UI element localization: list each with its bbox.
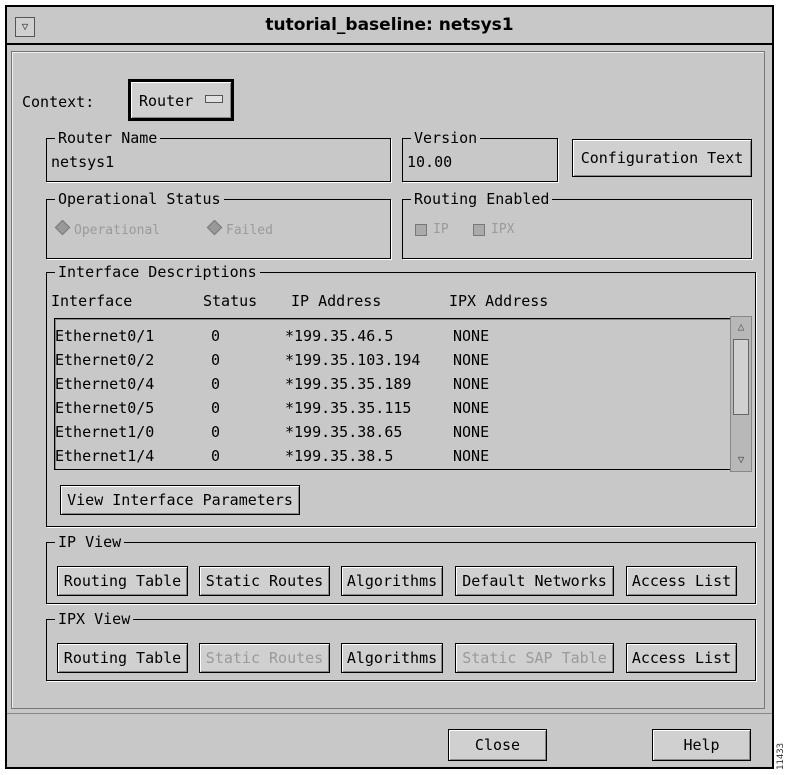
ipx-algorithms-button[interactable]: Algorithms <box>341 643 443 673</box>
table-row[interactable]: Ethernet0/2 0 *199.35.103.194 NONE <box>55 348 725 373</box>
ipx-routing-table-button[interactable]: Routing Table <box>57 643 188 673</box>
ip-routing-table-button[interactable]: Routing Table <box>57 566 188 596</box>
ip-view-label: IP View <box>55 533 125 551</box>
router-name-label: Router Name <box>55 129 161 147</box>
context-value: Router <box>139 92 194 110</box>
help-button[interactable]: Help <box>652 729 751 761</box>
ipx-static-sap-table-button: Static SAP Table <box>455 643 614 673</box>
interface-list-scrollbar[interactable]: △ ▽ <box>730 316 752 472</box>
operational-status-group: Operational Status Operational Failed <box>46 190 391 259</box>
option-menu-icon <box>205 95 223 103</box>
title-bar: ▽ tutorial_baseline: netsys1 <box>7 7 772 45</box>
table-row[interactable]: Ethernet0/1 0 *199.35.46.5 NONE <box>55 324 725 349</box>
interface-descriptions-group: Interface Descriptions Interface Status … <box>46 263 756 527</box>
routing-enabled-label: Routing Enabled <box>411 190 553 208</box>
ipx-static-routes-button: Static Routes <box>199 643 330 673</box>
router-name-value: netsys1 <box>51 153 115 171</box>
ip-checkbox: IP <box>415 222 449 237</box>
close-button[interactable]: Close <box>448 729 547 761</box>
checkbox-icon <box>415 223 427 236</box>
failed-radio: Failed <box>206 219 273 238</box>
figure-id-label: 11433 <box>776 742 786 770</box>
table-row[interactable]: Ethernet1/0 0 *199.35.38.65 NONE <box>55 420 725 445</box>
table-row[interactable]: Ethernet0/5 0 *199.35.35.115 NONE <box>55 396 725 421</box>
router-dialog: ▽ tutorial_baseline: netsys1 Context: Ro… <box>5 5 774 769</box>
scroll-up-icon[interactable]: △ <box>733 318 749 336</box>
window-title: tutorial_baseline: netsys1 <box>265 15 514 35</box>
ip-algorithms-button[interactable]: Algorithms <box>341 566 443 596</box>
context-selector[interactable]: Router <box>128 79 234 121</box>
footer-divider <box>7 713 772 714</box>
operational-radio: Operational <box>54 219 160 238</box>
ipx-view-label: IPX View <box>55 610 134 628</box>
ipx-access-list-button[interactable]: Access List <box>626 643 737 673</box>
version-group: Version 10.00 <box>402 129 558 182</box>
ip-default-networks-button[interactable]: Default Networks <box>455 566 614 596</box>
table-row[interactable]: Ethernet1/4 0 *199.35.38.5 NONE <box>55 444 725 469</box>
operational-status-label: Operational Status <box>55 190 224 208</box>
ipx-checkbox: IPX <box>473 222 514 237</box>
context-label: Context: <box>22 93 95 111</box>
radio-diamond-icon <box>54 219 71 236</box>
router-name-group: Router Name netsys1 <box>46 129 391 182</box>
column-status: Status <box>203 292 258 310</box>
table-row[interactable]: Ethernet0/4 0 *199.35.35.189 NONE <box>55 372 725 397</box>
interface-list[interactable]: Ethernet0/1 0 *199.35.46.5 NONE Ethernet… <box>54 318 740 470</box>
column-ip-address: IP Address <box>291 292 382 310</box>
ip-access-list-button[interactable]: Access List <box>626 566 737 596</box>
ipx-view-group: IPX View Routing Table Static Routes Alg… <box>46 610 756 681</box>
column-interface: Interface <box>51 292 133 310</box>
configuration-text-button[interactable]: Configuration Text <box>572 139 752 177</box>
interface-table-header: Interface Status IP Address IPX Address <box>51 292 741 312</box>
ip-view-group: IP View Routing Table Static Routes Algo… <box>46 533 756 604</box>
radio-diamond-icon <box>206 219 223 236</box>
column-ipx-address: IPX Address <box>449 292 549 310</box>
view-interface-parameters-button[interactable]: View Interface Parameters <box>60 485 300 515</box>
routing-enabled-group: Routing Enabled IP IPX <box>402 190 752 259</box>
checkbox-icon <box>473 223 485 236</box>
version-value: 10.00 <box>407 153 453 171</box>
scroll-down-icon[interactable]: ▽ <box>733 451 749 469</box>
scrollbar-thumb[interactable] <box>733 339 749 415</box>
version-label: Version <box>411 129 481 147</box>
interface-descriptions-label: Interface Descriptions <box>55 263 260 281</box>
dialog-body: Context: Router Router Name netsys1 Vers… <box>11 51 765 709</box>
ip-static-routes-button[interactable]: Static Routes <box>199 566 330 596</box>
